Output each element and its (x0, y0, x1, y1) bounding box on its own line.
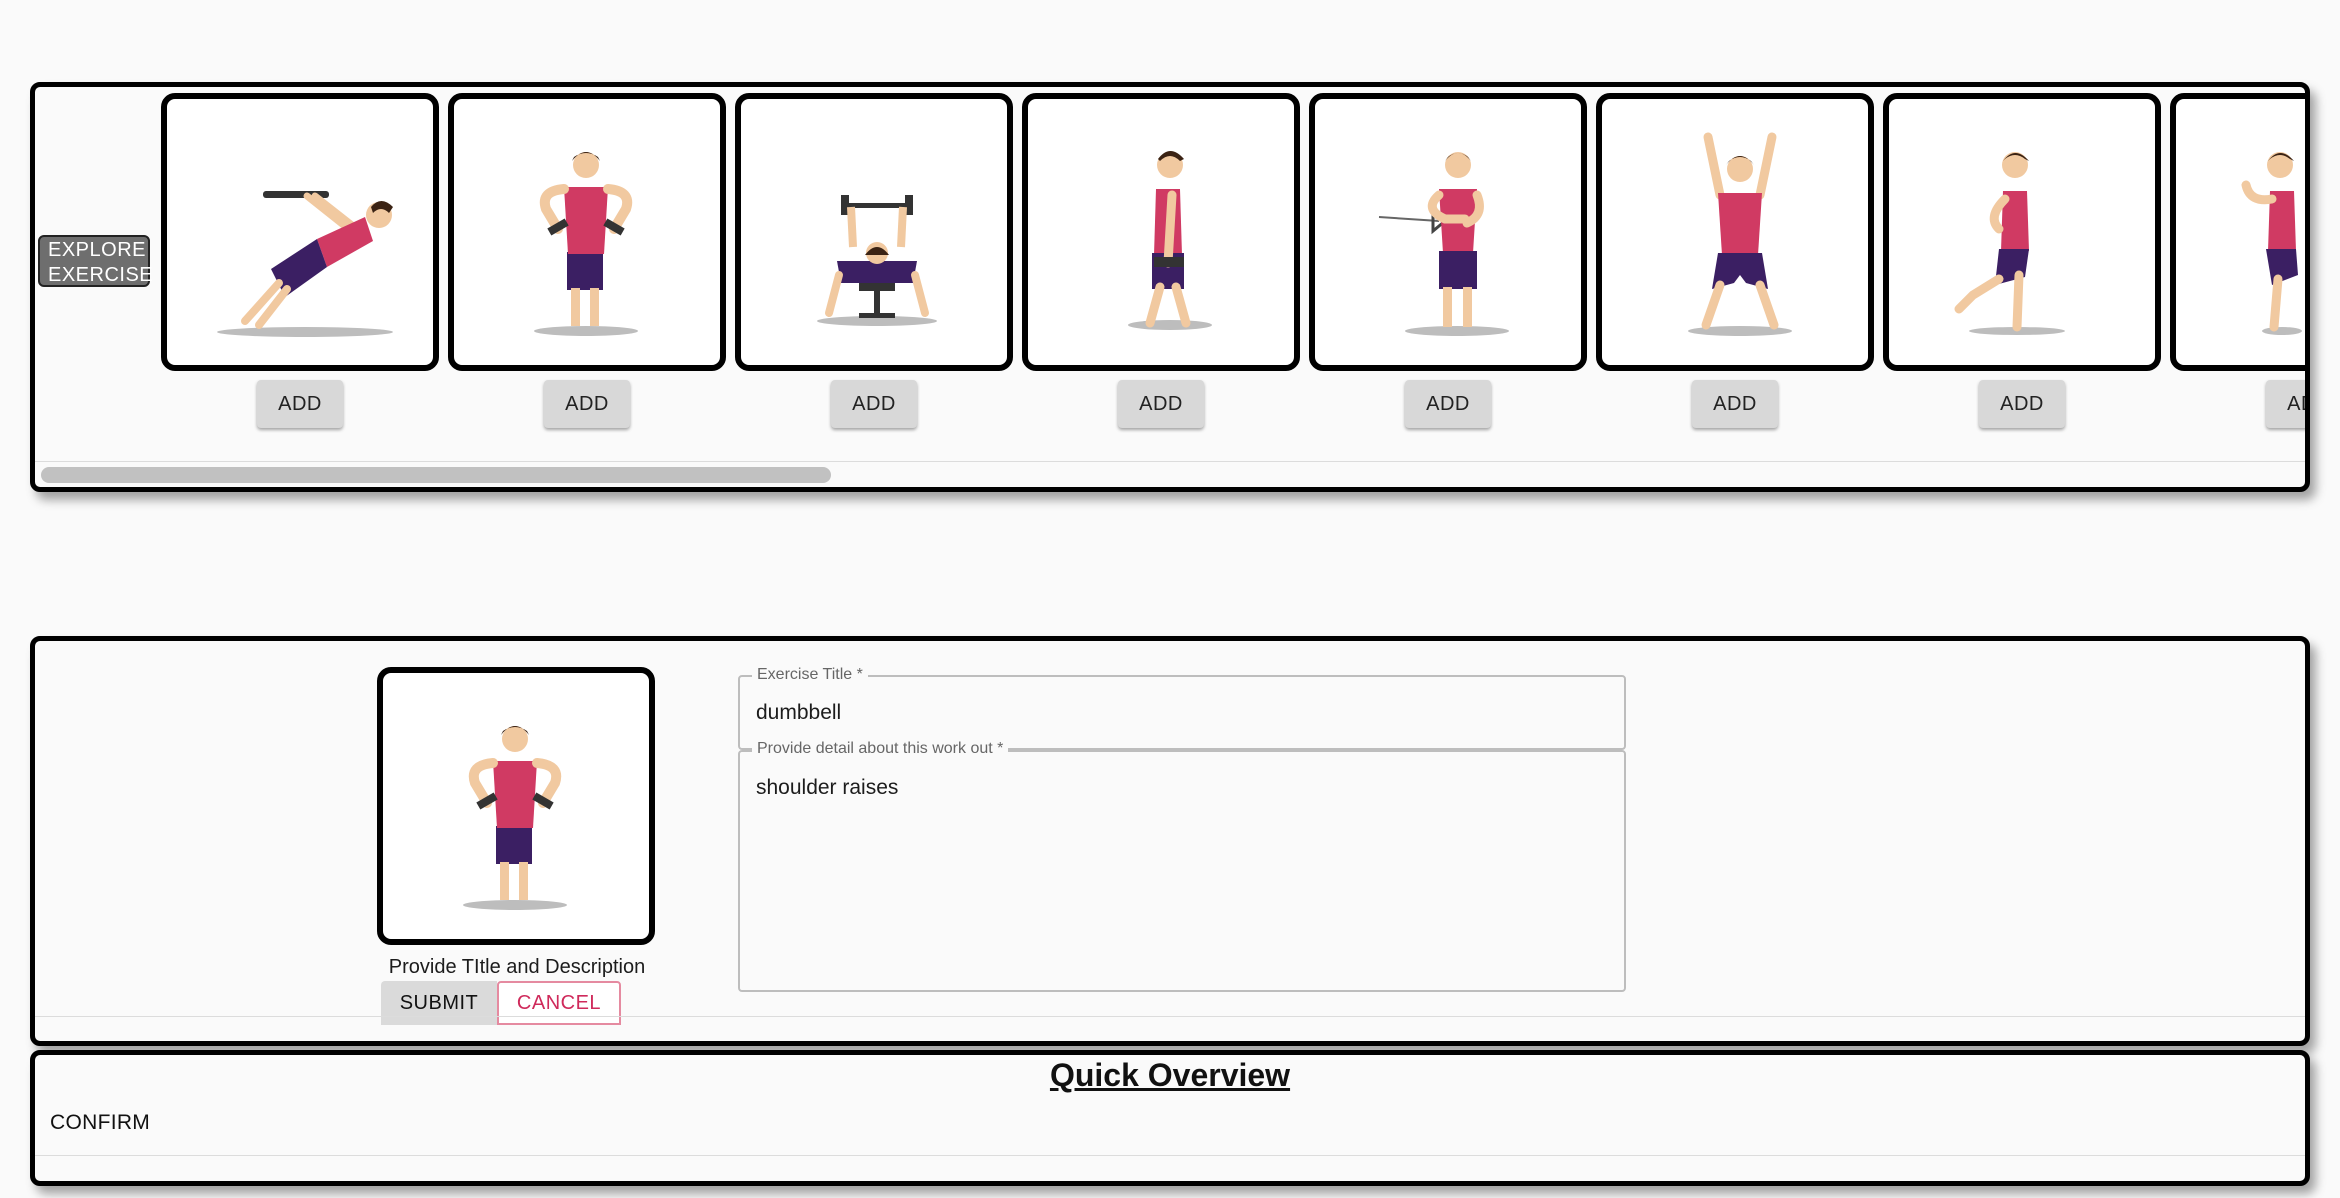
form-prompt-text: Provide TItle and Description (388, 956, 646, 978)
exercise-carousel[interactable]: ADD ADD ADD ADD ADD ADD ADD ADD (35, 87, 2305, 467)
shoulder-raise-preview-illustration (463, 726, 567, 910)
confirm-button[interactable]: CONFIRM (50, 1111, 150, 1135)
exercise-card-arms-up-jack[interactable] (1596, 93, 1874, 371)
bench-press-illustration (817, 195, 937, 326)
exercise-card-high-knee-run[interactable] (2170, 93, 2305, 371)
add-button-cable-rotation[interactable]: ADD (1405, 380, 1491, 428)
explore-exercise-panel: ADD ADD ADD ADD ADD ADD ADD ADD EXPLORE … (30, 82, 2310, 492)
horizontal-scrollbar-thumb[interactable] (41, 467, 831, 483)
exercise-card-incline-row[interactable] (161, 93, 439, 371)
selected-exercise-preview (377, 667, 655, 945)
incline-row-illustration (217, 191, 393, 337)
shoulder-raise-illustration (534, 152, 638, 336)
form-footer-divider (35, 1016, 2305, 1017)
submit-button[interactable]: SUBMIT (381, 981, 497, 1025)
exercise-card-cable-rotation[interactable] (1309, 93, 1587, 371)
scroll-track-divider (35, 461, 2305, 462)
exercise-detail-label: Provide detail about this work out * (752, 740, 1009, 758)
exercise-title-field[interactable]: Exercise Title * dumbbell (738, 666, 1626, 750)
knee-raise-illustration (1954, 152, 2065, 335)
exercise-title-label: Exercise Title * (752, 666, 868, 684)
quick-overview-panel: Quick Overview CONFIRM (30, 1050, 2310, 1186)
arms-up-jack-illustration (1688, 132, 1792, 336)
add-button-bench-press[interactable]: ADD (831, 380, 917, 428)
exercise-card-shoulder-raise[interactable] (448, 93, 726, 371)
exercise-detail-value[interactable]: shoulder raises (756, 776, 898, 800)
add-button-incline-row[interactable]: ADD (257, 380, 343, 428)
exercise-form-panel: Provide TItle and Description SUBMIT CAN… (30, 636, 2310, 1046)
overview-divider (35, 1155, 2305, 1156)
high-knee-run-illustration (2241, 152, 2302, 335)
exercise-card-dumbbell-walk[interactable] (1022, 93, 1300, 371)
add-button-dumbbell-walk[interactable]: ADD (1118, 380, 1204, 428)
add-button-knee-raise[interactable]: ADD (1979, 380, 2065, 428)
dumbbell-walk-illustration (1128, 151, 1212, 330)
exercise-detail-field[interactable]: Provide detail about this work out * sho… (738, 740, 1626, 992)
add-button-arms-up-jack[interactable]: ADD (1692, 380, 1778, 428)
add-button-high-knee-run[interactable]: ADD (2266, 380, 2305, 428)
exercise-card-knee-raise[interactable] (1883, 93, 2161, 371)
cable-rotation-illustration (1378, 152, 1509, 336)
exercise-card-bench-press[interactable] (735, 93, 1013, 371)
exercise-title-value[interactable]: dumbbell (756, 701, 841, 725)
add-button-shoulder-raise[interactable]: ADD (544, 380, 630, 428)
explore-exercise-label: EXPLORE EXERCISE (38, 235, 153, 287)
quick-overview-title: Quick Overview (1049, 1057, 1291, 1093)
cancel-button[interactable]: CANCEL (497, 981, 621, 1025)
